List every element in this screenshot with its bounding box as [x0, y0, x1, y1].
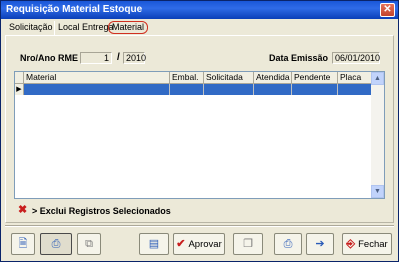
copy-icon: ⧉ — [85, 237, 93, 250]
copy-button[interactable]: ⧉ — [77, 233, 101, 255]
aprovar-label: Aprovar — [188, 238, 222, 250]
document-stack-icon: ❐ — [243, 237, 253, 250]
tab-local-entrega[interactable]: Local Entrega — [54, 21, 116, 35]
title-bar[interactable]: Requisição Material Estoque ✕ — [1, 1, 398, 19]
tab-solicitacao[interactable]: Solicitação — [7, 21, 55, 35]
print-preview-icon: ⎙ — [51, 237, 61, 250]
grid-corner — [15, 72, 24, 84]
ano-field[interactable]: 2010 — [123, 52, 146, 64]
document-icon: 🗎 — [18, 237, 28, 250]
material-grid[interactable]: Material Embal. Solicitada Atendida Pend… — [14, 71, 385, 199]
toolbar-divider — [5, 225, 394, 227]
printer-button[interactable]: ⎙ — [274, 233, 302, 255]
col-solicitada[interactable]: Solicitada — [204, 72, 254, 84]
cell-embal[interactable] — [170, 84, 204, 95]
book-button[interactable]: ▤ — [139, 233, 169, 255]
col-placa[interactable]: Placa — [338, 72, 372, 84]
cell-pendente[interactable] — [292, 84, 338, 95]
scroll-down-button[interactable]: ▼ — [371, 185, 384, 198]
table-row[interactable]: ▶ — [15, 84, 372, 95]
export-icon: ➔ — [315, 237, 325, 250]
data-emissao-label: Data Emissão — [269, 53, 329, 63]
nro-field[interactable]: 1 — [80, 52, 112, 64]
cell-atendida[interactable] — [254, 84, 292, 95]
window-title: Requisição Material Estoque — [6, 4, 143, 15]
checkmark-icon: ✔ — [176, 237, 186, 250]
tab-material[interactable]: Material — [108, 21, 149, 34]
scroll-up-button[interactable]: ▲ — [371, 72, 384, 85]
col-pendente[interactable]: Pendente — [292, 72, 338, 84]
exit-door-icon: ⎆ — [346, 237, 356, 250]
cell-placa[interactable] — [338, 84, 372, 95]
new-document-button[interactable]: 🗎 — [11, 233, 35, 255]
close-button[interactable]: ✕ — [380, 3, 395, 17]
document-stack-button[interactable]: ❐ — [233, 233, 263, 255]
nro-ano-separator: / — [117, 52, 120, 63]
delete-x-icon[interactable]: ✖ — [18, 205, 27, 216]
export-button[interactable]: ➔ — [306, 233, 334, 255]
cell-material[interactable] — [24, 84, 170, 95]
delete-selected-label[interactable]: > Exclui Registros Selecionados — [32, 206, 171, 216]
aprovar-button[interactable]: ✔ Aprovar — [173, 233, 225, 255]
printer-icon: ⎙ — [283, 237, 293, 250]
book-icon: ▤ — [148, 237, 160, 250]
grid-scrollbar[interactable]: ▲ ▼ — [371, 72, 384, 198]
print-preview-button[interactable]: ⎙ — [40, 233, 72, 255]
fechar-button[interactable]: ⎆ Fechar — [342, 233, 392, 255]
col-embal[interactable]: Embal. — [170, 72, 204, 84]
data-emissao-field[interactable]: 06/01/2010 — [332, 52, 380, 64]
grid-header: Material Embal. Solicitada Atendida Pend… — [15, 72, 372, 84]
requisicao-window: Requisição Material Estoque ✕ Solicitaçã… — [0, 0, 399, 262]
nro-ano-label: Nro/Ano RME — [20, 53, 78, 63]
col-material[interactable]: Material — [24, 72, 170, 84]
cell-solicitada[interactable] — [204, 84, 254, 95]
fechar-label: Fechar — [358, 238, 388, 250]
col-atendida[interactable]: Atendida — [254, 72, 292, 84]
row-indicator-icon: ▶ — [15, 84, 24, 95]
